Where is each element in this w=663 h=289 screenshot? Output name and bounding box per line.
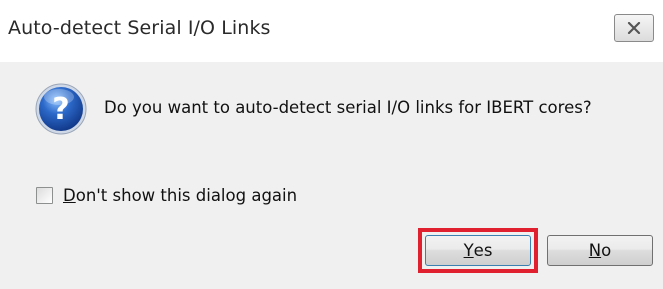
dialog-message: Do you want to auto-detect serial I/O li… <box>104 98 592 117</box>
dialog-window: Auto-detect Serial I/O Links ? Do you wa… <box>0 0 663 289</box>
no-rest: o <box>601 241 612 260</box>
title-bar: Auto-detect Serial I/O Links <box>0 0 663 62</box>
label-rest: on't show this dialog again <box>75 185 298 205</box>
no-mnemonic: N <box>588 241 602 260</box>
dont-show-again-label[interactable]: Don't show this dialog again <box>63 186 297 205</box>
no-button[interactable]: No <box>547 235 653 266</box>
dont-show-again-checkbox[interactable] <box>36 186 53 204</box>
yes-mnemonic: Y <box>463 241 474 260</box>
question-icon: ? <box>35 83 87 135</box>
label-mnemonic: D <box>63 185 76 205</box>
window-title: Auto-detect Serial I/O Links <box>8 17 271 39</box>
yes-button[interactable]: Yes <box>425 235 531 266</box>
dont-show-again-row[interactable]: Don't show this dialog again <box>36 184 297 206</box>
svg-text:?: ? <box>52 92 69 127</box>
close-icon <box>627 22 641 34</box>
yes-rest: es <box>473 241 493 260</box>
close-button[interactable] <box>614 14 654 42</box>
